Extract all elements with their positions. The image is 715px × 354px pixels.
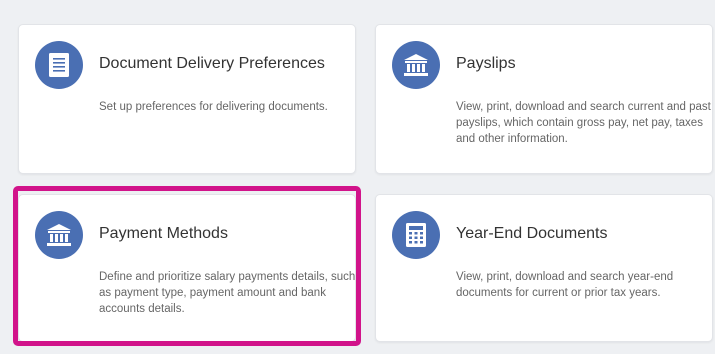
document-icon (35, 41, 83, 89)
bank-icon (392, 41, 440, 89)
card-title: Payment Methods (99, 225, 228, 242)
card-document-delivery-preferences[interactable]: Document Delivery Preferences Set up pre… (18, 24, 356, 174)
bank-icon (35, 211, 83, 259)
ledger-icon (392, 211, 440, 259)
card-year-end-documents[interactable]: Year-End Documents View, print, download… (375, 194, 713, 342)
card-title: Document Delivery Preferences (99, 55, 325, 72)
card-payslips[interactable]: Payslips View, print, download and searc… (375, 24, 713, 174)
card-description: View, print, download and search current… (456, 101, 711, 145)
card-description: View, print, download and search year-en… (456, 271, 674, 299)
card-description: Set up preferences for delivering docume… (99, 101, 328, 113)
card-title: Year-End Documents (456, 225, 608, 242)
card-payment-methods[interactable]: Payment Methods Define and prioritize sa… (18, 194, 356, 342)
card-description: Define and prioritize salary payments de… (99, 271, 356, 315)
card-title: Payslips (456, 55, 516, 72)
